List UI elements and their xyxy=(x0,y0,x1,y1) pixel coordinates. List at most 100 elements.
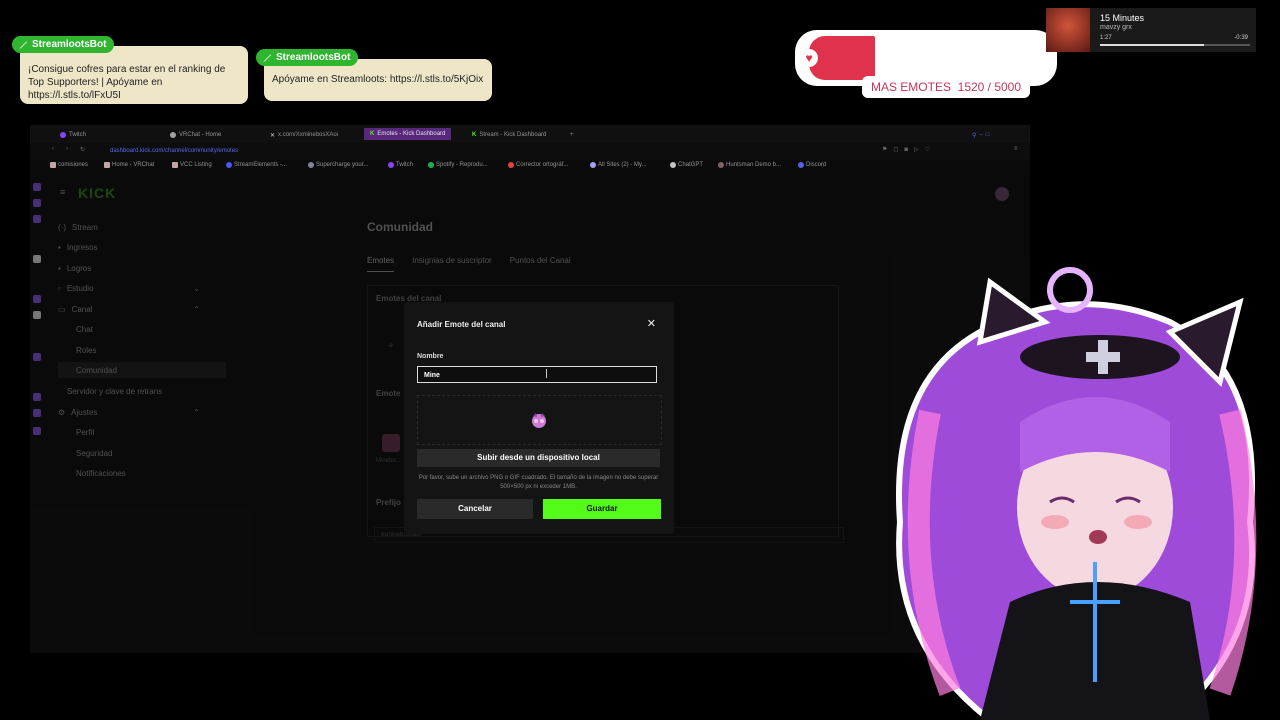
nav-item-canal[interactable]: ▭ Canal ⌃ xyxy=(58,301,208,317)
nav-label: Stream xyxy=(72,222,98,232)
forward-icon[interactable]: › xyxy=(66,146,68,152)
heart-icon: ♥ xyxy=(800,49,818,67)
discord-icon xyxy=(798,162,804,168)
bookmark[interactable]: Home - VRChat xyxy=(104,162,154,168)
new-tab-button[interactable]: + xyxy=(570,129,574,141)
panel-icon[interactable] xyxy=(33,353,41,361)
nav-label: Perfil xyxy=(76,427,95,437)
prefix-label: Prefijo xyxy=(376,498,401,507)
extensions-icons[interactable]: ⚑◻◙▷♡ xyxy=(882,146,936,153)
huntsman-icon xyxy=(718,162,724,168)
nav-item-notificaciones[interactable]: Notificaciones xyxy=(58,465,226,481)
bookmark-label: All Sites (2) - My... xyxy=(598,162,647,168)
chat-user-badge: StreamlootsBot xyxy=(12,36,115,53)
address-bar-row: ‹ › ↻ dashboard.kick.com/channel/communi… xyxy=(30,143,1030,159)
section-title: Emote xyxy=(376,389,401,398)
nav-item-ajustes[interactable]: ⚙ Ajustes ⌃ xyxy=(58,404,208,420)
bookmark[interactable]: ChatGPT xyxy=(670,162,703,168)
nav-label: Logros xyxy=(66,263,92,273)
goal-progress-text: 1520 / 5000 xyxy=(957,80,1022,94)
nav-item-seguridad[interactable]: Seguridad xyxy=(58,445,226,461)
panel-icon[interactable] xyxy=(33,427,41,435)
panel-icon[interactable] xyxy=(33,199,41,207)
chat-username: StreamlootsBot xyxy=(276,52,351,63)
stream-icon: (·) xyxy=(58,222,66,232)
save-button[interactable]: Guardar xyxy=(543,499,661,519)
panel-icon[interactable] xyxy=(33,183,41,191)
nav-item-stream[interactable]: (·) Stream xyxy=(58,219,208,235)
url-text[interactable]: dashboard.kick.com/channel/community/emo… xyxy=(110,148,238,154)
tab-emotes[interactable]: Emotes xyxy=(367,256,395,272)
bookmark[interactable]: StreamElements -... xyxy=(226,162,287,168)
browser-tab-bar: Twitch VRChat - Home ✕ x.com/XxminebosXA… xyxy=(30,125,1030,143)
bookmark-label: Huntsman Demo b... xyxy=(726,162,782,168)
bookmark-label: Spotify - Reprodu... xyxy=(436,162,488,168)
upload-local-button[interactable]: Subir desde un dispositivo local xyxy=(417,449,660,467)
chat-message: ¡Consigue cofres para estar en el rankin… xyxy=(20,46,248,104)
restore-icon[interactable]: □ xyxy=(986,132,990,138)
reload-icon[interactable]: ↻ xyxy=(80,146,85,153)
search-icon[interactable]: ⚲ xyxy=(972,132,976,139)
trophy-icon: ▪ xyxy=(58,263,61,273)
income-icon: ▪ xyxy=(58,242,61,252)
nav-label: Canal xyxy=(71,304,93,314)
twitch-icon xyxy=(60,132,66,138)
avatar[interactable] xyxy=(995,187,1009,201)
bookmark[interactable]: Discord xyxy=(798,162,826,168)
emote-drop-area[interactable] xyxy=(417,395,662,445)
chat-user-badge: StreamlootsBot xyxy=(256,49,359,66)
browser-tab-active[interactable]: K Emotes - Kick Dashboard xyxy=(364,128,452,140)
panel-icon[interactable] xyxy=(33,409,41,417)
hamburger-icon[interactable]: ≡ xyxy=(60,187,65,197)
nav-item-logros[interactable]: ▪ Logros xyxy=(58,260,208,276)
close-icon[interactable]: ✕ xyxy=(647,319,656,330)
bookmark-label: Home - VRChat xyxy=(112,162,155,168)
tab-insignias[interactable]: Insignias de suscriptor xyxy=(412,256,492,272)
nav-label: Notificaciones xyxy=(76,468,126,478)
song-title: 15 Minutes xyxy=(1100,13,1145,23)
add-emote-icon[interactable]: + xyxy=(388,341,394,352)
bookmark[interactable]: Twitch xyxy=(388,162,413,168)
panel-icon[interactable] xyxy=(33,215,41,223)
browser-tab[interactable]: Twitch xyxy=(60,129,86,141)
panel-icon[interactable] xyxy=(33,295,41,303)
tab-puntos[interactable]: Puntos del Canal xyxy=(510,256,571,272)
panel-icon[interactable] xyxy=(33,311,41,319)
bookmark-label: comisiones xyxy=(58,162,89,168)
feather-icon xyxy=(19,41,27,49)
browser-tab[interactable]: ✕ x.com/XxminebosXAoi xyxy=(270,129,338,141)
bookmark[interactable]: Corrector ortográf... xyxy=(508,162,568,168)
name-label: Nombre xyxy=(417,353,444,360)
nav-item-chat[interactable]: Chat xyxy=(58,321,226,337)
bookmark[interactable]: Supercharge your... xyxy=(308,162,368,168)
studio-icon: ▫ xyxy=(58,283,61,293)
nav-item-perfil[interactable]: Perfil xyxy=(58,424,226,440)
panel-icon[interactable] xyxy=(33,255,41,263)
bookmark[interactable]: comisiones xyxy=(50,162,88,168)
folder-icon xyxy=(50,162,56,168)
bookmark[interactable]: All Sites (2) - My... xyxy=(590,162,647,168)
nav-label: Seguridad xyxy=(76,448,113,458)
x-icon: ✕ xyxy=(270,132,276,139)
vtuber-avatar xyxy=(896,267,1257,720)
bookmark-icon xyxy=(308,162,314,168)
nav-item-estudio[interactable]: ▫ Estudio ⌄ xyxy=(58,280,208,296)
nav-item-roles[interactable]: Roles xyxy=(58,342,226,358)
back-icon[interactable]: ‹ xyxy=(52,146,54,152)
menu-icon[interactable]: ≡ xyxy=(1014,146,1018,152)
bookmark[interactable]: Spotify - Reprodu... xyxy=(428,162,488,168)
panel-icon[interactable] xyxy=(33,393,41,401)
cancel-button[interactable]: Cancelar xyxy=(417,499,533,519)
browser-tab[interactable]: VRChat - Home xyxy=(170,129,221,141)
bookmark-label: VCC Listing xyxy=(180,162,212,168)
emote-name-input[interactable]: Mine xyxy=(417,366,657,383)
minimize-icon[interactable]: – xyxy=(979,132,982,138)
tab-label: VRChat - Home xyxy=(179,132,222,138)
browser-tab[interactable]: K Stream - Kick Dashboard xyxy=(472,129,546,141)
bookmark[interactable]: Huntsman Demo b... xyxy=(718,162,781,168)
emote-thumbnail[interactable] xyxy=(382,434,400,452)
nav-item-ingresos[interactable]: ▪ Ingresos xyxy=(58,239,208,255)
bookmark[interactable]: VCC Listing xyxy=(172,162,212,168)
nav-item-servidor[interactable]: Servidor y clave de retrans xyxy=(58,383,217,399)
nav-item-comunidad[interactable]: Comunidad xyxy=(58,362,226,378)
